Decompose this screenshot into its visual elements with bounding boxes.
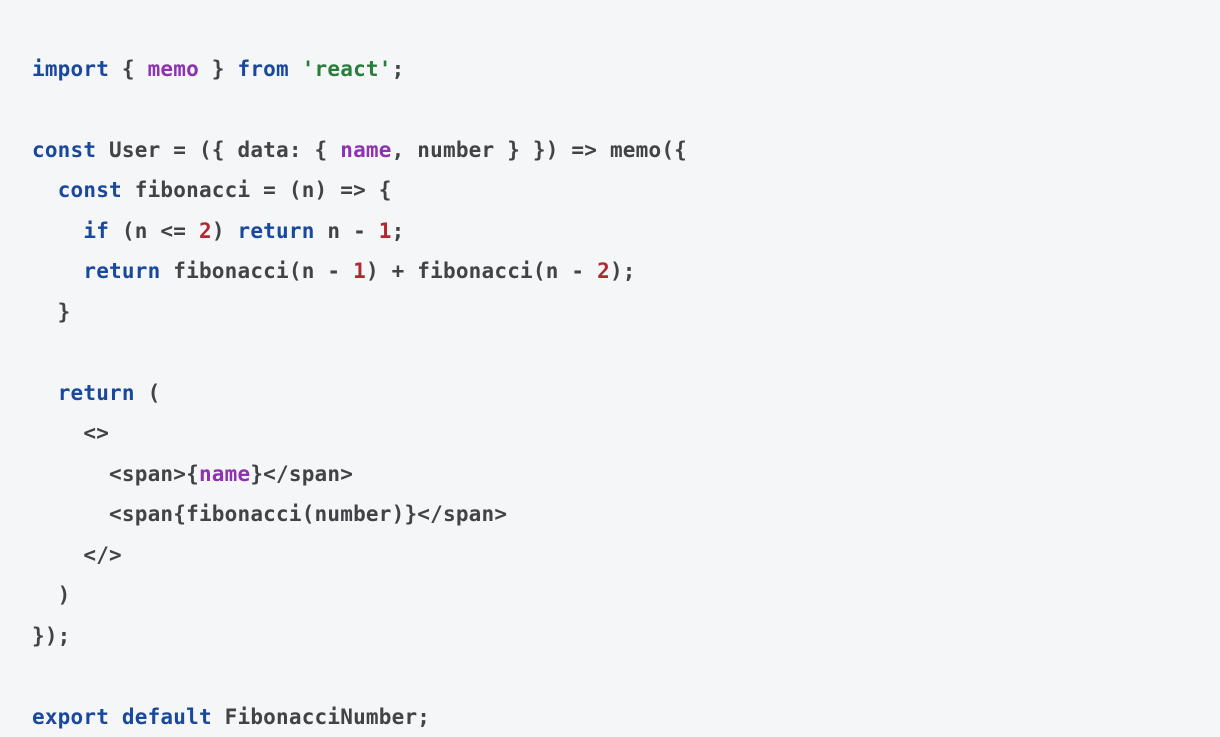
code-text: ) — [212, 219, 238, 243]
code-line: return ( — [32, 381, 160, 405]
code-text: fibonacci(n - — [160, 259, 353, 283]
keyword-default: default — [122, 705, 212, 729]
keyword-return: return — [238, 219, 315, 243]
code-text: } — [199, 57, 238, 81]
code-block: import { memo } from 'react'; const User… — [0, 0, 1220, 737]
code-line: export default FibonacciNumber; — [32, 705, 430, 729]
code-line: const fibonacci = (n) => { — [32, 178, 392, 202]
code-line: <span{fibonacci(number)}</span> — [32, 502, 507, 526]
code-line: const User = ({ data: { name, number } }… — [32, 138, 687, 162]
code-text: fibonacci = (n) => { — [122, 178, 392, 202]
keyword-return: return — [83, 259, 160, 283]
code-text: }</span> — [250, 462, 353, 486]
code-text: { — [109, 57, 148, 81]
code-text: User = ({ data: { — [96, 138, 340, 162]
string-literal: 'react' — [302, 57, 392, 81]
code-text — [32, 259, 83, 283]
code-line: </> — [32, 543, 122, 567]
code-text — [32, 381, 58, 405]
keyword-import: import — [32, 57, 109, 81]
code-text: ; — [392, 219, 405, 243]
code-line: <span>{name}</span> — [32, 462, 353, 486]
code-text: FibonacciNumber; — [212, 705, 430, 729]
code-text — [109, 705, 122, 729]
identifier-name: name — [340, 138, 391, 162]
keyword-from: from — [238, 57, 289, 81]
code-text — [32, 178, 58, 202]
code-text: <span>{ — [32, 462, 199, 486]
keyword-export: export — [32, 705, 109, 729]
code-text: , number } }) => memo({ — [392, 138, 687, 162]
keyword-return: return — [58, 381, 135, 405]
code-text: ; — [392, 57, 405, 81]
number-literal: 1 — [379, 219, 392, 243]
code-line: }); — [32, 624, 71, 648]
keyword-if: if — [83, 219, 109, 243]
number-literal: 1 — [353, 259, 366, 283]
code-line: if (n <= 2) return n - 1; — [32, 219, 404, 243]
identifier-name: name — [199, 462, 250, 486]
code-text: ); — [610, 259, 636, 283]
code-text: (n <= — [109, 219, 199, 243]
identifier-memo: memo — [148, 57, 199, 81]
code-text — [32, 219, 83, 243]
code-line: <> — [32, 421, 109, 445]
keyword-const: const — [32, 138, 96, 162]
code-line: return fibonacci(n - 1) + fibonacci(n - … — [32, 259, 636, 283]
code-line: ) — [32, 583, 71, 607]
code-line: } — [32, 300, 71, 324]
keyword-const: const — [58, 178, 122, 202]
number-literal: 2 — [199, 219, 212, 243]
code-text: ) + fibonacci(n - — [366, 259, 597, 283]
code-text — [289, 57, 302, 81]
code-text: ( — [135, 381, 161, 405]
code-text: n - — [315, 219, 379, 243]
number-literal: 2 — [597, 259, 610, 283]
code-line: import { memo } from 'react'; — [32, 57, 404, 81]
